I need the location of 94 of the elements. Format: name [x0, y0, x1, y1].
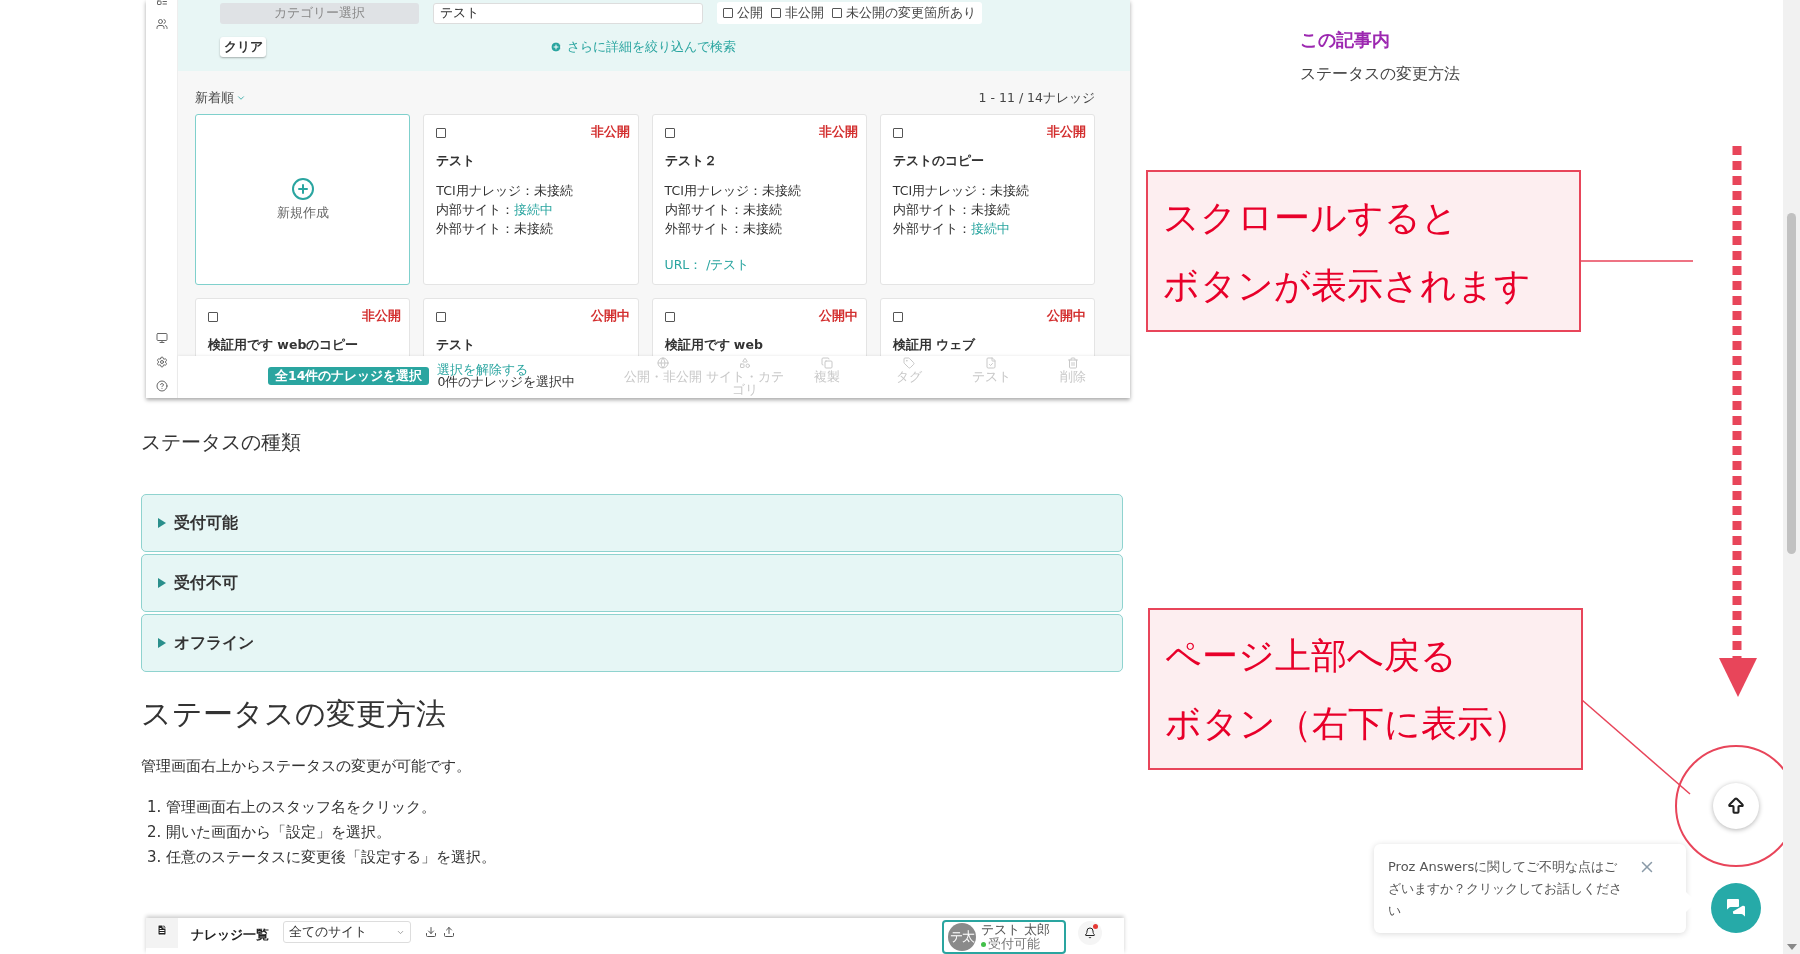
notification-button[interactable] [1078, 921, 1102, 945]
connection-status: 内部サイト：未接続 [892, 203, 1011, 217]
chat-icon [1724, 896, 1748, 920]
status-label: 公開中 [818, 308, 858, 325]
card-title: 検証用 ウェブ [892, 337, 977, 354]
tag-icon [903, 356, 915, 369]
callout-text: ボタンが表示されます [1163, 264, 1532, 308]
knowledge-card[interactable]: 公開中 テスト [423, 298, 639, 356]
connection-status: 外部サイト：接続中 [892, 222, 1011, 236]
toc-link[interactable]: ステータスの変更方法 [1300, 62, 1460, 86]
bell-icon [1084, 927, 1096, 939]
keyword-field[interactable]: テスト [433, 2, 703, 24]
new-card[interactable]: 新規作成 [195, 114, 411, 285]
status-label: 非公開 [1047, 124, 1086, 141]
connection-status: 外部サイト：未接続 [436, 222, 555, 236]
status-label: 非公開 [362, 308, 402, 325]
trash-icon [1067, 356, 1079, 369]
knowledge-card[interactable]: 非公開 テストのコピー TCI用ナレッジ：未接続 内部サイト：未接続 外部サイト：接続中 [879, 114, 1095, 285]
status-filter-checkbox[interactable]: 未公開の変更箇所あり [832, 4, 976, 22]
status-label: 公開中 [1047, 308, 1086, 325]
user-name: テスト 太郎 [981, 923, 1050, 937]
knowledge-card[interactable]: 非公開 テスト TCI用ナレッジ：未接続 内部サイト：接続中 外部サイト：未接続 [423, 114, 639, 285]
connection-status: 外部サイト：未接続 [664, 222, 783, 236]
download-icon[interactable] [425, 926, 437, 938]
chat-bubble[interactable]: Proz Answersに関してご不明な点はございますか？クリックしてお話しください [1374, 844, 1686, 933]
selection-count: 0件のナレッジを選択中 [437, 376, 576, 388]
card-checkbox[interactable] [436, 127, 447, 138]
accordion-header[interactable]: 受付不可 [141, 554, 1123, 612]
site-select[interactable]: 全てのサイト [283, 921, 411, 943]
card-checkbox[interactable] [664, 311, 675, 322]
settings-icon[interactable] [155, 356, 168, 368]
status-label: 非公開 [818, 124, 858, 141]
avatar: テ太 [948, 923, 976, 951]
connection-status: TCI用ナレッジ：未接続 [664, 184, 802, 198]
card-checkbox[interactable] [208, 311, 218, 322]
knowledge-card[interactable]: 公開中 検証用 ウェブ [879, 298, 1095, 356]
user-status: 受付可能 [981, 937, 1050, 951]
upload-icon[interactable] [443, 926, 455, 938]
knowledge-card[interactable]: 非公開 検証用です webのコピー [195, 298, 411, 356]
page-title: ナレッジ一覧 [191, 927, 269, 944]
status-label: 公開中 [590, 308, 630, 325]
card-checkbox[interactable] [436, 311, 447, 322]
new-card-label: 新規作成 [276, 205, 329, 222]
card-title: 検証用です webのコピー [208, 337, 360, 354]
toc-title: この記事内 [1300, 28, 1391, 52]
card-title: テスト [436, 153, 477, 170]
chat-button[interactable] [1711, 883, 1761, 933]
list-item: 1. 管理画面右上のスタッフ名をクリック。 [147, 797, 438, 818]
accordion-header[interactable]: オフライン [141, 614, 1123, 672]
callout-text: ボタン（右下に表示） [1165, 702, 1530, 746]
connection-status: 内部サイト：未接続 [664, 203, 783, 217]
document-check-icon [985, 356, 997, 369]
list-item: 2. 開いた画面から「設定」を選択。 [147, 822, 393, 843]
connection-status: TCI用ナレッジ：未接続 [436, 184, 574, 198]
scrollbar-thumb[interactable] [1787, 213, 1796, 554]
arrow-up-icon [1726, 796, 1746, 816]
article-paragraph: 管理画面右上からステータスの変更が可能です。 [141, 756, 472, 777]
section-heading: ステータスの種類 [141, 429, 302, 456]
status-filter-checkbox[interactable]: 非公開 [771, 4, 824, 22]
clear-button[interactable]: クリア [220, 37, 266, 57]
card-title: テスト [436, 337, 477, 354]
globe-icon [657, 356, 669, 369]
accordion-header[interactable]: 受付可能 [141, 494, 1123, 552]
chat-message: Proz Answersに関してご不明な点はございますか？クリックしてお話しください [1388, 858, 1623, 920]
callout-text: スクロールすると [1163, 196, 1459, 240]
connection-status: 内部サイト：接続中 [436, 203, 555, 217]
status-filter-checkbox[interactable]: 公開 [723, 4, 763, 22]
help-icon[interactable] [155, 380, 168, 392]
card-checkbox[interactable] [892, 311, 903, 322]
chevron-down-icon [236, 93, 246, 103]
sort-dropdown[interactable]: 新着順 [195, 89, 246, 107]
plus-icon [550, 41, 562, 53]
knowledge-card[interactable]: 公開中 検証用です web [651, 298, 867, 356]
document-icon[interactable] [156, 924, 168, 936]
article-heading: ステータスの変更方法 [141, 695, 447, 733]
scrollbar[interactable] [1783, 0, 1800, 954]
card-title: テスト２ [664, 153, 718, 170]
card-checkbox[interactable] [664, 127, 675, 138]
callout-text: ページ上部へ戻る [1165, 634, 1458, 678]
card-title: 検証用です web [664, 337, 764, 354]
card-title: テストのコピー [892, 153, 985, 170]
scroll-down-icon[interactable] [1786, 944, 1797, 950]
copy-icon [821, 356, 833, 369]
knowledge-card[interactable]: 非公開 テスト２ TCI用ナレッジ：未接続 内部サイト：未接続 外部サイト：未接続 URL： /テスト [651, 114, 867, 285]
monitor-icon[interactable] [155, 332, 168, 344]
list-item: 3. 任意のステータスに変更後「設定する」を選択。 [147, 847, 498, 868]
result-count: 1 - 11 / 14ナレッジ [978, 89, 1095, 107]
users-icon[interactable] [155, 18, 168, 30]
connection-status: TCI用ナレッジ：未接続 [892, 184, 1031, 198]
card-checkbox[interactable] [892, 127, 903, 138]
back-to-top-button[interactable] [1713, 783, 1759, 829]
plus-icon [290, 177, 315, 201]
status-label: 非公開 [590, 124, 630, 141]
shapes-icon [739, 356, 751, 369]
